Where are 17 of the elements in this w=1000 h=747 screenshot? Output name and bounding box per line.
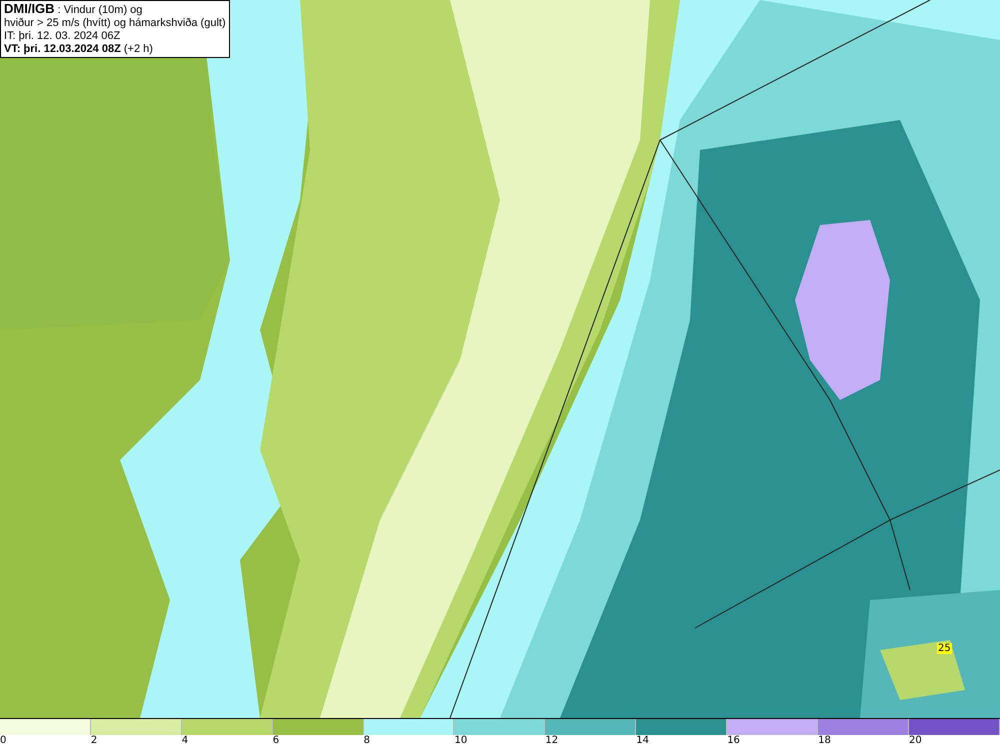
legend-label: 0 — [0, 735, 6, 747]
legend-label: 4 — [182, 735, 188, 747]
legend-label: 10 — [454, 735, 468, 747]
legend-label: 18 — [818, 735, 831, 747]
legend-label: 8 — [364, 735, 370, 747]
legend-label: 2 — [90, 735, 98, 747]
source-label: DMI/IGB — [4, 1, 55, 16]
legend-label: 14 — [636, 735, 650, 747]
legend-label: 12 — [545, 735, 558, 747]
gust-label: 25 — [937, 643, 952, 654]
issue-time: IT: þri. 12. 03. 2024 06Z — [4, 30, 122, 43]
legend-label: 6 — [272, 735, 280, 747]
legend-label: 16 — [727, 735, 740, 747]
map-subtitle: hviður > 25 m/s (hvítt) og hámarkshviða (gult) — [4, 17, 226, 30]
legend-label: 20 — [909, 735, 922, 747]
map-title: : Vindur (10m) og — [58, 4, 142, 16]
valid-time: VT: þri. 12.03.2024 08Z (+2 h) — [4, 43, 154, 56]
